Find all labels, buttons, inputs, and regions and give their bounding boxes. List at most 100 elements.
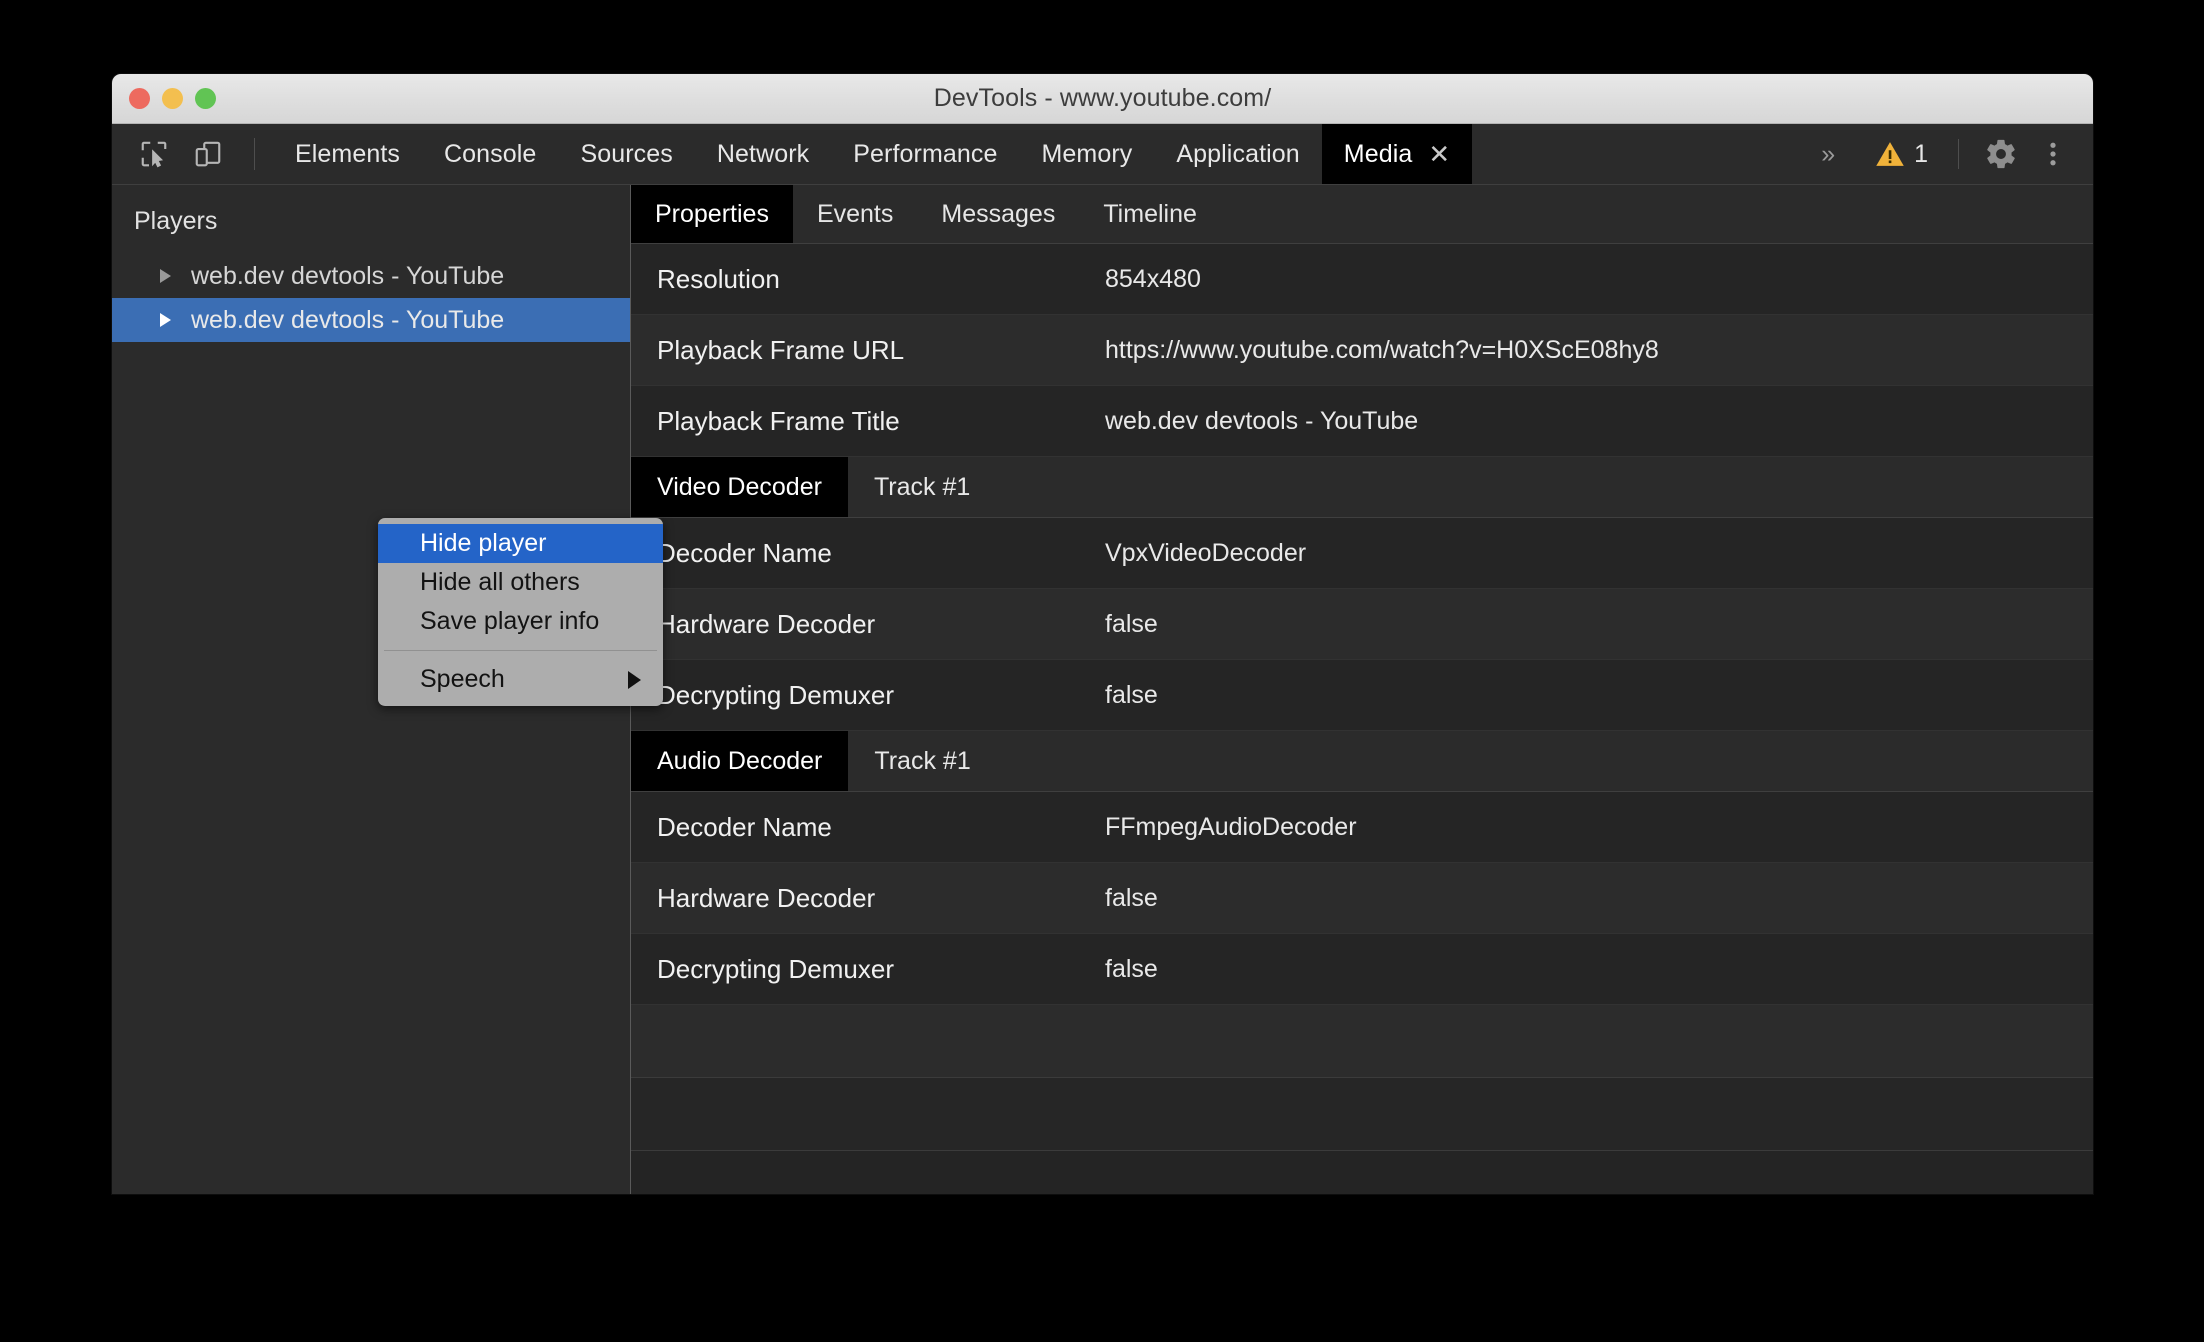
subtab-label: Timeline — [1103, 199, 1197, 228]
tab-application[interactable]: Application — [1154, 124, 1321, 184]
table-row-empty — [631, 1078, 2093, 1151]
property-key: Hardware Decoder — [657, 608, 876, 639]
property-key: Decrypting Demuxer — [657, 953, 894, 984]
table-row: Playback Frame URL https://www.youtube.c… — [631, 315, 2093, 386]
subtab-label: Messages — [941, 199, 1056, 228]
menu-item-label: Save player info — [420, 607, 600, 635]
audio-decoder-header: Audio Decoder Track #1 — [631, 731, 2093, 792]
context-menu-separator — [384, 650, 657, 651]
table-row: Hardware Decoder false — [631, 863, 2093, 934]
table-row: Decrypting Demuxer false — [631, 660, 2093, 731]
video-decoder-header: Video Decoder Track #1 — [631, 457, 2093, 518]
tab-label: Network — [716, 139, 810, 168]
tab-label: Sources — [580, 139, 673, 168]
property-key: Resolution — [657, 263, 780, 294]
property-value: false — [1105, 609, 1158, 638]
player-context-menu: Hide player Hide all others Save player … — [378, 518, 663, 706]
property-key: Decoder Name — [657, 811, 832, 842]
property-value: false — [1105, 883, 1158, 912]
gear-icon[interactable] — [1977, 130, 2025, 178]
property-key: Decrypting Demuxer — [657, 679, 894, 710]
properties-table: Resolution 854x480 Playback Frame URL ht… — [631, 244, 2093, 1194]
toolbar-divider-right — [1958, 139, 1959, 169]
list-item[interactable]: web.dev devtools - YouTube — [112, 298, 630, 342]
media-panel-content: Properties Events Messages Timeline Reso… — [631, 185, 2093, 1194]
list-item[interactable]: web.dev devtools - YouTube — [112, 254, 630, 298]
close-window-button[interactable] — [129, 88, 150, 109]
close-icon[interactable]: ✕ — [1428, 141, 1450, 167]
window-titlebar: DevTools - www.youtube.com/ — [112, 74, 2093, 124]
context-menu-item-hide-player[interactable]: Hide player — [378, 524, 663, 563]
inspect-cursor-icon[interactable] — [134, 134, 174, 174]
menu-item-label: Speech — [420, 665, 505, 693]
tab-label: Memory — [1041, 139, 1133, 168]
context-menu-item-hide-all-others[interactable]: Hide all others — [378, 563, 663, 602]
traffic-light-group — [129, 74, 216, 123]
device-toolbar-icon[interactable] — [188, 134, 228, 174]
tab-events[interactable]: Events — [793, 185, 917, 243]
table-row: Decrypting Demuxer false — [631, 934, 2093, 1005]
property-key: Decoder Name — [657, 537, 832, 568]
table-row-empty — [631, 1005, 2093, 1078]
tab-label: Application — [1176, 139, 1300, 168]
table-row: Playback Frame Title web.dev devtools - … — [631, 386, 2093, 457]
more-tabs-icon[interactable]: » — [1803, 124, 1853, 184]
property-value: 854x480 — [1105, 264, 1201, 293]
sidebar-title: Players — [134, 207, 218, 235]
property-value: false — [1105, 680, 1158, 709]
zoom-window-button[interactable] — [195, 88, 216, 109]
window-title: DevTools - www.youtube.com/ — [933, 84, 1272, 112]
triangle-right-icon — [628, 670, 641, 689]
menu-item-label: Hide player — [420, 529, 547, 557]
property-key: Playback Frame Title — [657, 405, 900, 436]
context-menu-item-speech[interactable]: Speech — [378, 660, 663, 699]
tab-console[interactable]: Console — [422, 124, 558, 184]
player-label: web.dev devtools - YouTube — [191, 261, 505, 290]
property-key: Playback Frame URL — [657, 334, 905, 365]
table-row: Hardware Decoder false — [631, 589, 2093, 660]
triangle-right-icon[interactable] — [160, 313, 171, 327]
warning-indicator[interactable]: 1 — [1857, 140, 1940, 169]
toolbar-right-group: » 1 — [1803, 124, 2093, 184]
minimize-window-button[interactable] — [162, 88, 183, 109]
property-value: https://www.youtube.com/watch?v=H0XScE08… — [1105, 335, 1659, 364]
tab-messages[interactable]: Messages — [917, 185, 1079, 243]
devtools-body: Players web.dev devtools - YouTube web.d… — [112, 185, 2093, 1194]
audio-decoder-track-tab[interactable]: Track #1 — [848, 731, 996, 791]
tab-label: Media — [1343, 139, 1413, 168]
tab-timeline[interactable]: Timeline — [1079, 185, 1221, 243]
video-decoder-title[interactable]: Video Decoder — [631, 457, 848, 517]
property-value: VpxVideoDecoder — [1105, 538, 1307, 567]
tab-memory[interactable]: Memory — [1019, 124, 1154, 184]
screen: DevTools - www.youtube.com/ Elements Con… — [0, 0, 2204, 1342]
player-list: web.dev devtools - YouTube web.dev devto… — [112, 254, 630, 342]
tab-label: Console — [444, 139, 537, 168]
tab-properties[interactable]: Properties — [631, 185, 793, 243]
tab-media[interactable]: Media ✕ — [1321, 124, 1473, 184]
media-subtab-bar: Properties Events Messages Timeline — [631, 185, 2093, 244]
devtools-toolbar: Elements Console Sources Network Perform… — [112, 124, 2093, 185]
tab-performance[interactable]: Performance — [831, 124, 1019, 184]
tab-label: Elements — [295, 139, 401, 168]
property-key: Hardware Decoder — [657, 882, 876, 913]
table-row: Decoder Name VpxVideoDecoder — [631, 518, 2093, 589]
toolbar-divider — [254, 138, 255, 170]
table-row: Decoder Name FFmpegAudioDecoder — [631, 792, 2093, 863]
property-value: FFmpegAudioDecoder — [1105, 812, 1357, 841]
video-decoder-track-tab[interactable]: Track #1 — [848, 457, 996, 517]
tab-sources[interactable]: Sources — [558, 124, 694, 184]
three-dots-vertical-icon[interactable] — [2029, 130, 2077, 178]
subtab-label: Events — [816, 199, 894, 228]
triangle-right-icon[interactable] — [160, 269, 171, 283]
warning-count: 1 — [1914, 139, 1928, 168]
menu-item-label: Hide all others — [420, 568, 580, 596]
panel-tab-bar: Elements Console Sources Network Perform… — [273, 124, 1803, 184]
property-value: web.dev devtools - YouTube — [1105, 406, 1419, 435]
tab-elements[interactable]: Elements — [273, 124, 422, 184]
warning-triangle-icon — [1876, 142, 1904, 166]
player-label: web.dev devtools - YouTube — [191, 305, 505, 334]
context-menu-item-save-player-info[interactable]: Save player info — [378, 602, 663, 641]
tab-network[interactable]: Network — [695, 124, 831, 184]
table-row: Resolution 854x480 — [631, 244, 2093, 315]
audio-decoder-title[interactable]: Audio Decoder — [631, 731, 849, 791]
